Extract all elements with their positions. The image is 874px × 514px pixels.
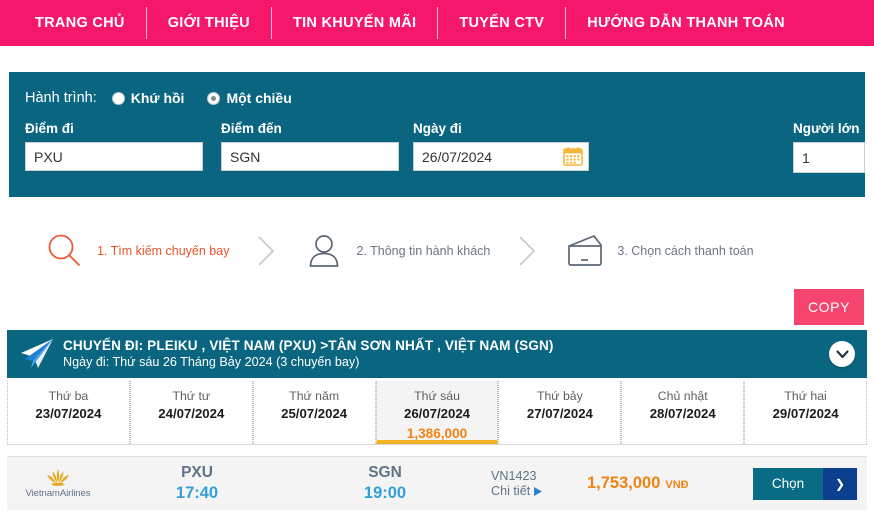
nav-item-payment-guide[interactable]: HƯỚNG DẪN THANH TOÁN: [566, 0, 806, 46]
user-icon: [310, 235, 339, 267]
date-cell-29[interactable]: Thứ hai 29/07/2024: [744, 381, 868, 444]
radio-option-oneway[interactable]: Một chiều: [207, 90, 292, 106]
nav-item-home[interactable]: TRANG CHỦ: [14, 0, 146, 46]
radio-roundtrip-icon[interactable]: [111, 91, 125, 105]
date-cell-date: 23/07/2024: [35, 406, 102, 421]
flight-header-texts: CHUYẾN ĐI: PLEIKU , VIỆT NAM (PXU) >TÂN …: [63, 338, 829, 371]
trip-type-label: Hành trình:: [25, 90, 97, 106]
search-fields-row: Điểm đi Điểm đến Ngày đi: [25, 121, 865, 191]
arrival-label: Điểm đến: [221, 121, 282, 136]
arrival-info: SGN 19:00: [325, 464, 445, 503]
flight-result-row: VietnamAirlines PXU 17:40 SGN 19:00 VN14…: [7, 456, 867, 510]
date-cell-26-selected[interactable]: Thứ sáu 26/07/2024 1,386,000: [375, 381, 499, 444]
date-cell-25[interactable]: Thứ năm 25/07/2024: [252, 381, 376, 444]
flight-price-group: 1,753,000 VNĐ: [587, 474, 689, 493]
date-cell-date: 28/07/2024: [649, 406, 716, 421]
choose-flight-label: Chọn: [753, 467, 823, 500]
airline-logo-group: VietnamAirlines: [17, 468, 99, 499]
step-passenger-info[interactable]: 2. Thông tin hành khách: [303, 230, 490, 272]
radio-option-roundtrip[interactable]: Khứ hồi: [111, 90, 185, 106]
date-selector-strip: Thứ ba 23/07/2024 Thứ tư 24/07/2024 Thứ …: [7, 381, 868, 445]
adult-count-label: Người lớn: [793, 121, 860, 136]
flight-date-subtitle: Ngày đi: Thứ sáu 26 Tháng Bảy 2024 (3 ch…: [63, 354, 360, 369]
chevron-right-icon: [258, 236, 275, 266]
step-separator: [229, 234, 303, 268]
choose-flight-button[interactable]: Chọn ❯: [753, 467, 857, 500]
step-payment-method-label: 3. Chọn cách thanh toán: [617, 244, 754, 258]
step-payment-method[interactable]: 3. Chọn cách thanh toán: [564, 230, 754, 272]
adult-count-input[interactable]: [793, 142, 865, 173]
date-cell-weekday: Thứ năm: [289, 389, 340, 403]
departure-date-input[interactable]: [413, 142, 589, 171]
date-cell-date: 25/07/2024: [281, 406, 348, 421]
date-cell-date: 27/07/2024: [526, 406, 593, 421]
flight-price: 1,753,000: [587, 474, 661, 492]
arrival-time: 19:00: [363, 484, 407, 502]
departure-date-field-group: Ngày đi: [413, 121, 589, 171]
date-cell-weekday: Thứ tư: [172, 389, 211, 403]
arrival-field-group: Điểm đến: [221, 121, 399, 171]
step-passenger-info-label: 2. Thông tin hành khách: [356, 244, 491, 258]
top-navigation: TRANG CHỦ GIỚI THIỆU TIN KHUYẾN MÃI TUYỂ…: [0, 0, 874, 46]
flight-number: VN1423: [491, 469, 537, 483]
date-cell-28[interactable]: Chủ nhật 28/07/2024: [621, 381, 745, 444]
flight-route-title: CHUYẾN ĐI: PLEIKU , VIỆT NAM (PXU) >TÂN …: [63, 337, 554, 353]
date-cell-weekday: Thứ ba: [48, 389, 89, 403]
flight-detail-link[interactable]: Chi tiết: [491, 484, 583, 498]
radio-roundtrip-label: Khứ hồi: [130, 90, 185, 106]
departure-info: PXU 17:40: [137, 464, 257, 503]
nav-item-about[interactable]: GIỚI THIỆU: [147, 0, 271, 46]
flight-segment-header: CHUYẾN ĐI: PLEIKU , VIỆT NAM (PXU) >TÂN …: [7, 330, 867, 378]
step-search-flight-label: 1. Tìm kiếm chuyến bay: [97, 244, 230, 258]
paper-plane-icon: [21, 339, 53, 368]
departure-time: 17:40: [175, 484, 219, 502]
airline-name: VietnamAirlines: [25, 487, 91, 499]
collapse-toggle-button[interactable]: [829, 341, 855, 367]
departure-input[interactable]: [25, 142, 203, 171]
nav-item-recruit[interactable]: TUYỂN CTV: [438, 0, 565, 46]
flight-currency: VNĐ: [665, 479, 689, 491]
nav-item-promotions[interactable]: TIN KHUYẾN MÃI: [272, 0, 437, 46]
arrival-airport-code: SGN: [368, 464, 402, 481]
date-cell-24[interactable]: Thứ tư 24/07/2024: [129, 381, 253, 444]
step-search-flight[interactable]: 1. Tìm kiếm chuyến bay: [44, 230, 229, 272]
date-cell-weekday: Thứ hai: [784, 389, 827, 403]
date-cell-weekday: Thứ sáu: [414, 389, 460, 403]
search-icon: [48, 234, 80, 266]
date-cell-date: 29/07/2024: [772, 406, 839, 421]
booking-steps: 1. Tìm kiếm chuyến bay 2. Thông tin hành…: [0, 215, 874, 287]
wallet-icon: [568, 235, 603, 266]
flight-number-group: VN1423 Chi tiết: [491, 469, 583, 498]
radio-oneway-label: Một chiều: [226, 90, 292, 106]
copy-button[interactable]: COPY: [794, 289, 864, 325]
chevron-down-icon: [835, 349, 849, 358]
triangle-right-icon: [534, 486, 543, 496]
flight-detail-label: Chi tiết: [491, 484, 531, 498]
date-cell-weekday: Chủ nhật: [657, 389, 708, 403]
departure-date-label: Ngày đi: [413, 121, 462, 136]
departure-airport-code: PXU: [181, 464, 213, 481]
trip-type-row: Hành trình: Khứ hồi Một chiều: [25, 86, 849, 110]
departure-field-group: Điểm đi: [25, 121, 203, 171]
radio-oneway-icon[interactable]: [207, 91, 221, 105]
date-cell-price: 1,386,000: [406, 426, 468, 441]
departure-label: Điểm đi: [25, 121, 74, 136]
adult-count-field-group: Người lớn: [793, 121, 865, 173]
flight-search-panel: Hành trình: Khứ hồi Một chiều Điểm đi Đi…: [9, 72, 865, 197]
chevron-right-icon: ❯: [823, 467, 857, 500]
date-cell-date: 24/07/2024: [158, 406, 225, 421]
step-separator: [490, 234, 564, 268]
vietnam-airlines-lotus-icon: [47, 468, 69, 486]
date-cell-weekday: Thứ bảy: [536, 389, 583, 403]
date-input-wrapper: [413, 142, 589, 171]
date-cell-27[interactable]: Thứ bảy 27/07/2024: [498, 381, 622, 444]
chevron-right-icon: [519, 236, 536, 266]
date-cell-date: 26/07/2024: [404, 406, 471, 421]
arrival-input[interactable]: [221, 142, 399, 171]
date-cell-23[interactable]: Thứ ba 23/07/2024: [7, 381, 130, 444]
